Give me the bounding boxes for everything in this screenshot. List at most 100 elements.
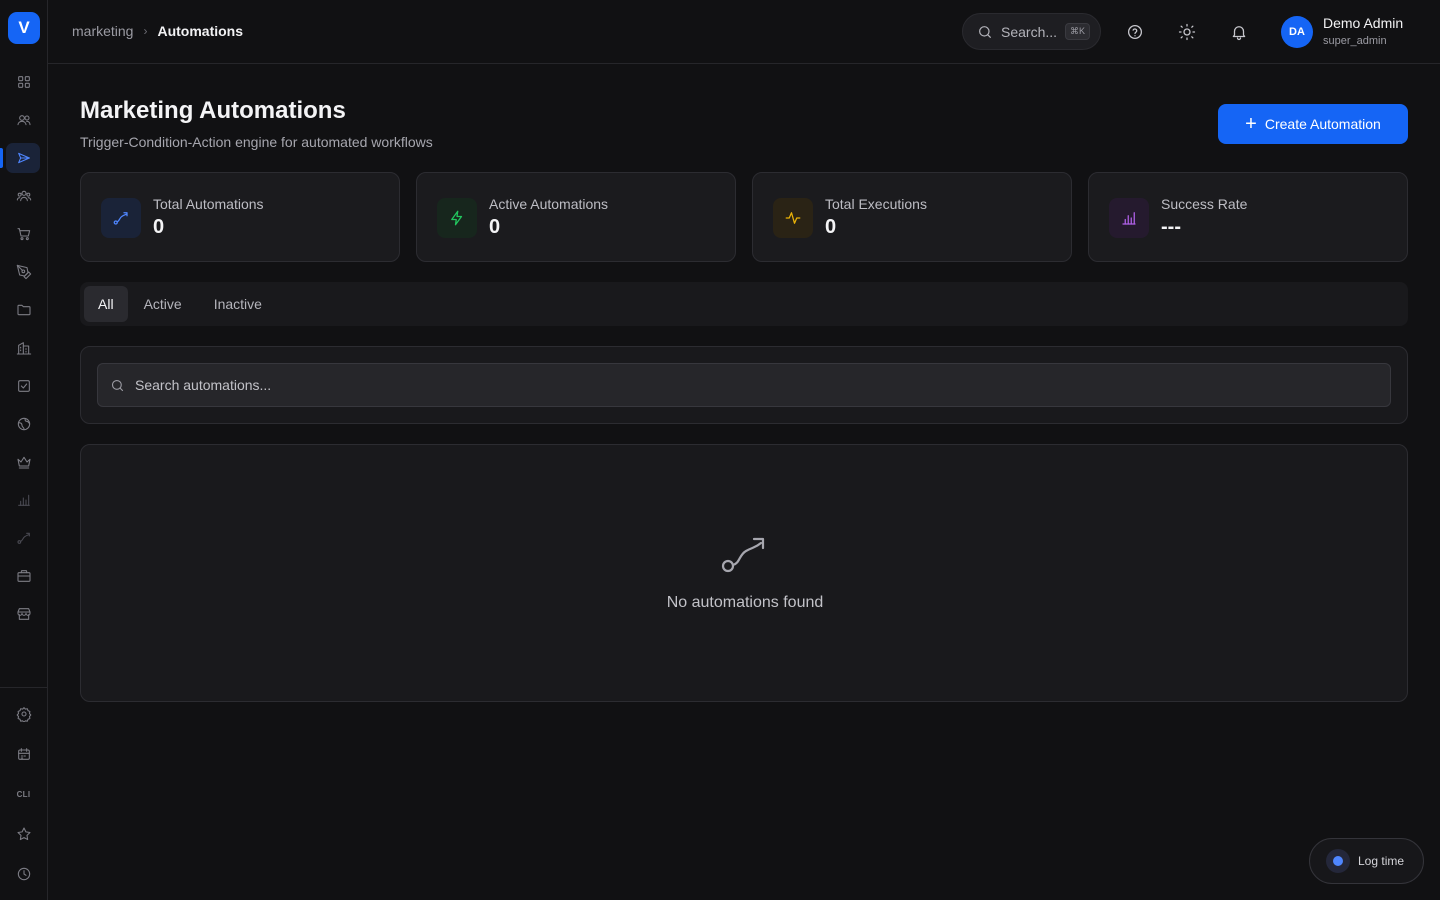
sidebar: V CLI: [0, 0, 48, 900]
pen-tool-icon: [16, 264, 31, 280]
help-button[interactable]: [1123, 20, 1147, 44]
stat-card-total-executions: Total Executions 0: [752, 172, 1072, 262]
checkbox-icon: [17, 380, 30, 392]
search-shortcut-badge: ⌘K: [1065, 23, 1091, 40]
team-icon: [16, 190, 31, 202]
breadcrumb: marketing › Automations: [72, 23, 243, 39]
filter-tabs: All Active Inactive: [80, 282, 1408, 326]
sidebar-item-teams[interactable]: [0, 180, 47, 212]
theme-toggle-button[interactable]: [1175, 20, 1199, 44]
help-circle-icon: [1127, 24, 1143, 40]
bar-chart-icon: [1122, 212, 1136, 225]
globe-icon: [17, 417, 30, 431]
search-card: [80, 346, 1408, 424]
route-icon: [16, 532, 30, 544]
stat-icon-box: [1109, 198, 1149, 238]
sidebar-item-marketing[interactable]: [0, 142, 47, 174]
chevron-right-icon: ›: [143, 24, 148, 38]
logo-letter: V: [18, 18, 30, 37]
empty-state-icon-wrap: [719, 535, 767, 575]
stat-icon-box: [101, 198, 141, 238]
folder-icon: [16, 304, 31, 316]
sidebar-item-content[interactable]: [0, 256, 47, 288]
clock-icon: [17, 867, 30, 881]
stat-value: 0: [489, 216, 501, 238]
sidebar-item-calendar[interactable]: [0, 738, 47, 770]
tab-active[interactable]: Active: [128, 286, 198, 322]
sidebar-item-cli[interactable]: CLI: [0, 778, 47, 810]
building-icon: [16, 342, 31, 355]
topbar: marketing › Automations Search... ⌘K DA …: [48, 0, 1440, 64]
sidebar-item-store[interactable]: [0, 598, 47, 630]
zap-icon: [451, 210, 463, 226]
page-title: Marketing Automations: [80, 97, 346, 124]
sidebar-item-web[interactable]: [0, 408, 47, 440]
stat-label: Total Executions: [825, 196, 927, 212]
breadcrumb-current: Automations: [157, 23, 244, 39]
sidebar-item-commerce[interactable]: [0, 218, 47, 250]
briefcase-icon: [16, 570, 31, 582]
breadcrumb-parent[interactable]: marketing: [72, 23, 133, 39]
global-search-label: Search...: [1001, 23, 1058, 40]
sidebar-item-tasks[interactable]: [0, 370, 47, 402]
sidebar-item-files[interactable]: [0, 294, 47, 326]
stat-icon-box: [437, 198, 477, 238]
send-icon: [17, 152, 30, 164]
tab-inactive[interactable]: Inactive: [198, 286, 278, 322]
search-input[interactable]: [135, 377, 1335, 393]
stat-label: Active Automations: [489, 196, 609, 212]
route-icon: [721, 537, 765, 573]
avatar[interactable]: DA: [1281, 16, 1313, 48]
sidebar-item-contacts[interactable]: [0, 104, 47, 136]
stat-value: ---: [1161, 216, 1181, 238]
user-role: super_admin: [1323, 35, 1387, 47]
app-logo[interactable]: V: [8, 12, 40, 44]
tab-all[interactable]: All: [84, 286, 128, 322]
activity-icon: [785, 212, 801, 224]
sidebar-item-favorites[interactable]: [0, 818, 47, 850]
create-automation-label: Create Automation: [1264, 116, 1381, 132]
sidebar-item-dashboard[interactable]: [0, 66, 47, 98]
sidebar-item-analytics[interactable]: [0, 484, 47, 516]
users-icon: [16, 115, 31, 126]
page-subtitle: Trigger-Condition-Action engine for auto…: [80, 134, 433, 150]
global-search-button[interactable]: Search... ⌘K: [962, 13, 1101, 50]
sidebar-item-workflows[interactable]: [0, 522, 47, 554]
search-box[interactable]: [97, 363, 1391, 407]
log-time-label: Log time: [1358, 854, 1405, 868]
notifications-button[interactable]: [1227, 20, 1251, 44]
route-icon: [113, 212, 128, 225]
grid-icon: [17, 76, 30, 88]
empty-state-card: No automations found: [80, 444, 1408, 702]
sidebar-item-settings[interactable]: [0, 698, 47, 730]
calendar-icon: [17, 748, 30, 760]
bell-icon: [1232, 26, 1246, 41]
sidebar-item-history[interactable]: [0, 858, 47, 890]
create-automation-button[interactable]: + Create Automation: [1218, 104, 1408, 144]
timer-icon: [1326, 849, 1350, 873]
store-icon: [16, 608, 31, 620]
sidebar-item-companies[interactable]: [0, 332, 47, 364]
cart-icon: [16, 228, 30, 241]
stat-card-active-automations: Active Automations 0: [416, 172, 736, 262]
stat-card-success-rate: Success Rate ---: [1088, 172, 1408, 262]
sidebar-item-loyalty[interactable]: [0, 446, 47, 478]
stat-label: Success Rate: [1161, 196, 1248, 212]
sidebar-divider: [0, 687, 47, 688]
user-name[interactable]: Demo Admin: [1323, 15, 1403, 31]
stat-label: Total Automations: [153, 196, 264, 212]
cli-label: CLI: [16, 789, 31, 799]
stat-icon-box: [773, 198, 813, 238]
search-icon: [111, 379, 124, 391]
search-icon: [979, 25, 991, 38]
crown-icon: [16, 456, 31, 469]
stat-value: 0: [153, 216, 165, 238]
bar-chart-icon: [17, 494, 30, 506]
star-icon: [16, 827, 31, 841]
log-time-button[interactable]: Log time: [1309, 838, 1424, 884]
empty-state-text: No automations found: [666, 594, 824, 611]
sun-icon: [1178, 23, 1196, 41]
sidebar-item-jobs[interactable]: [0, 560, 47, 592]
stat-card-total-automations: Total Automations 0: [80, 172, 400, 262]
plus-icon: +: [1245, 113, 1257, 135]
